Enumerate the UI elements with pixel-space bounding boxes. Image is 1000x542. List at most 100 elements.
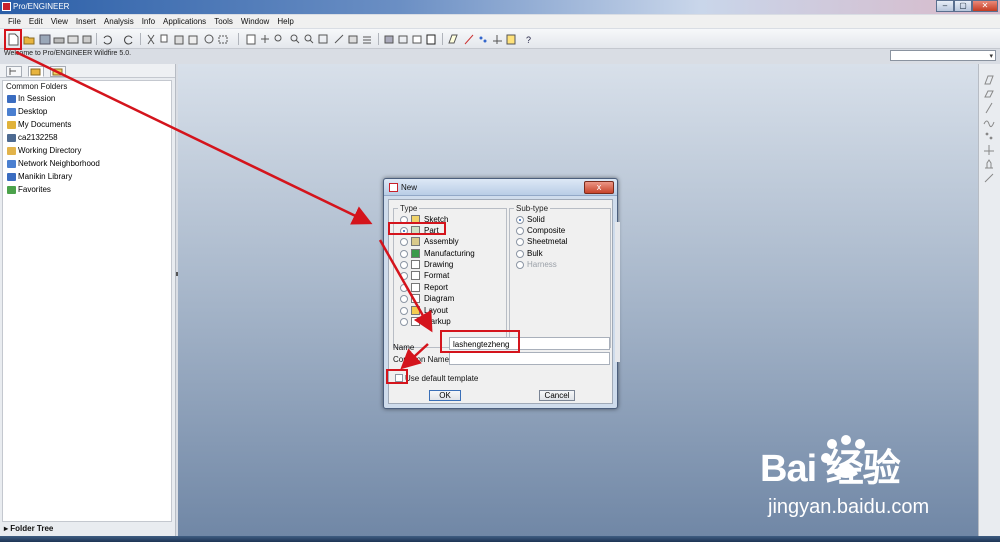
radio-button[interactable] (400, 283, 408, 292)
folder-manikin-library[interactable]: Manikin Library (3, 170, 171, 183)
option-label: Format (424, 271, 450, 280)
type-report-option[interactable]: Report (400, 282, 448, 293)
folder-icon (7, 146, 16, 155)
radio-button[interactable] (400, 271, 408, 280)
folder-my-documents[interactable]: My Documents (3, 118, 171, 131)
cancel-button[interactable]: Cancel (539, 390, 575, 401)
refit-icon[interactable] (316, 32, 328, 45)
menu-edit[interactable]: Edit (25, 17, 47, 26)
menu-file[interactable]: File (4, 17, 25, 26)
datum-points-icon[interactable] (476, 32, 488, 45)
analysis-feature-icon[interactable] (983, 158, 995, 170)
menu-help[interactable]: Help (273, 17, 297, 26)
regenerate-icon[interactable] (202, 32, 214, 45)
filter-dropdown[interactable]: ▾ (890, 50, 996, 61)
menu-insert[interactable]: Insert (72, 17, 100, 26)
type-manufacturing-option[interactable]: Manufacturing (400, 248, 475, 259)
copy-icon[interactable] (158, 32, 170, 45)
radio-button[interactable] (516, 237, 524, 246)
datum-point-icon[interactable] (983, 130, 995, 142)
folder-tree-toggle[interactable]: ▸ Folder Tree (4, 524, 53, 533)
coordinate-systems-icon[interactable] (490, 32, 502, 45)
folder-favorites[interactable]: Favorites (3, 183, 171, 196)
no-hidden-icon[interactable] (410, 32, 422, 45)
save-icon[interactable] (38, 32, 51, 45)
subtype-solid-option[interactable]: Solid (516, 214, 545, 225)
folder-in-session[interactable]: In Session (3, 92, 171, 105)
radio-button[interactable] (516, 249, 524, 258)
radio-button[interactable] (400, 306, 408, 315)
datum-plane-icon[interactable] (983, 88, 995, 100)
zoom-window-icon[interactable] (272, 32, 284, 45)
radio-button[interactable] (400, 260, 408, 269)
context-help-icon[interactable]: ? (524, 32, 536, 45)
menu-analysis[interactable]: Analysis (100, 17, 138, 26)
hidden-line-icon[interactable] (396, 32, 408, 45)
radio-button[interactable] (400, 294, 408, 303)
dialog-close-button[interactable]: x (584, 181, 614, 194)
print-icon[interactable] (52, 32, 65, 45)
datum-plane-tool-icon[interactable] (983, 74, 995, 86)
folder-computer[interactable]: ca2132258 (3, 131, 171, 144)
redo-icon[interactable] (122, 32, 134, 45)
menu-tools[interactable]: Tools (210, 17, 237, 26)
zoom-out-icon[interactable] (302, 32, 314, 45)
menu-applications[interactable]: Applications (159, 17, 210, 26)
cut-icon[interactable] (144, 32, 156, 45)
menu-info[interactable]: Info (138, 17, 159, 26)
send-icon[interactable] (80, 32, 92, 45)
subtype-sheetmetal-option[interactable]: Sheetmetal (516, 236, 567, 247)
menu-window[interactable]: Window (237, 17, 273, 26)
type-format-option[interactable]: Format (400, 270, 449, 281)
folder-working-directory[interactable]: Working Directory (3, 144, 171, 157)
folder-network-neighborhood[interactable]: Network Neighborhood (3, 157, 171, 170)
wireframe-icon[interactable] (424, 32, 436, 45)
reorient-icon[interactable] (332, 32, 344, 45)
radio-button-selected[interactable] (516, 215, 524, 224)
type-layout-option[interactable]: Layout (400, 305, 448, 316)
shading-icon[interactable] (382, 32, 394, 45)
type-diagram-option[interactable]: Diagram (400, 293, 454, 304)
model-tree-tab-icon[interactable] (6, 66, 22, 77)
datum-axis-icon[interactable] (983, 102, 995, 114)
orient-icon[interactable] (258, 32, 270, 45)
type-assembly-option[interactable]: Assembly (400, 236, 459, 247)
radio-button[interactable] (400, 249, 408, 258)
layers-icon[interactable] (360, 32, 372, 45)
sketch-tool-icon[interactable] (983, 172, 995, 184)
dialog-app-icon (389, 183, 398, 192)
dialog-scrollbar[interactable] (615, 222, 620, 362)
email-icon[interactable] (66, 32, 79, 45)
open-folder-icon[interactable] (22, 32, 35, 45)
datum-axes-icon[interactable] (462, 32, 474, 45)
common-name-field[interactable] (449, 352, 610, 365)
subtype-bulk-option[interactable]: Bulk (516, 248, 543, 259)
datum-curve-icon[interactable] (983, 116, 995, 128)
close-window-button[interactable]: ✕ (972, 0, 998, 12)
radio-button[interactable] (400, 317, 408, 326)
folder-browser-tab-icon[interactable] (28, 66, 44, 77)
datum-planes-icon[interactable] (446, 32, 458, 45)
repaint-icon[interactable] (244, 32, 256, 45)
subtype-composite-option[interactable]: Composite (516, 225, 565, 236)
annotation-display-icon[interactable] (504, 32, 516, 45)
paste-icon[interactable] (172, 32, 184, 45)
coordinate-system-icon[interactable] (983, 144, 995, 156)
radio-button[interactable] (400, 237, 408, 246)
favorites-tab-icon[interactable] (50, 66, 66, 77)
type-drawing-option[interactable]: Drawing (400, 259, 453, 270)
undo-icon[interactable] (100, 32, 112, 45)
saved-views-icon[interactable] (346, 32, 358, 45)
paste-special-icon[interactable] (186, 32, 198, 45)
maximize-button[interactable]: ▢ (954, 0, 972, 12)
folder-label: Working Directory (18, 146, 82, 155)
radio-button[interactable] (516, 226, 524, 235)
ok-button[interactable]: OK (429, 390, 461, 401)
minimize-button[interactable]: – (936, 0, 954, 12)
type-markup-option[interactable]: Markup (400, 316, 451, 327)
zoom-in-icon[interactable] (288, 32, 300, 45)
folder-desktop[interactable]: Desktop (3, 105, 171, 118)
menu-view[interactable]: View (47, 17, 72, 26)
select-box-icon[interactable] (216, 32, 228, 45)
manikin-icon (7, 172, 16, 181)
